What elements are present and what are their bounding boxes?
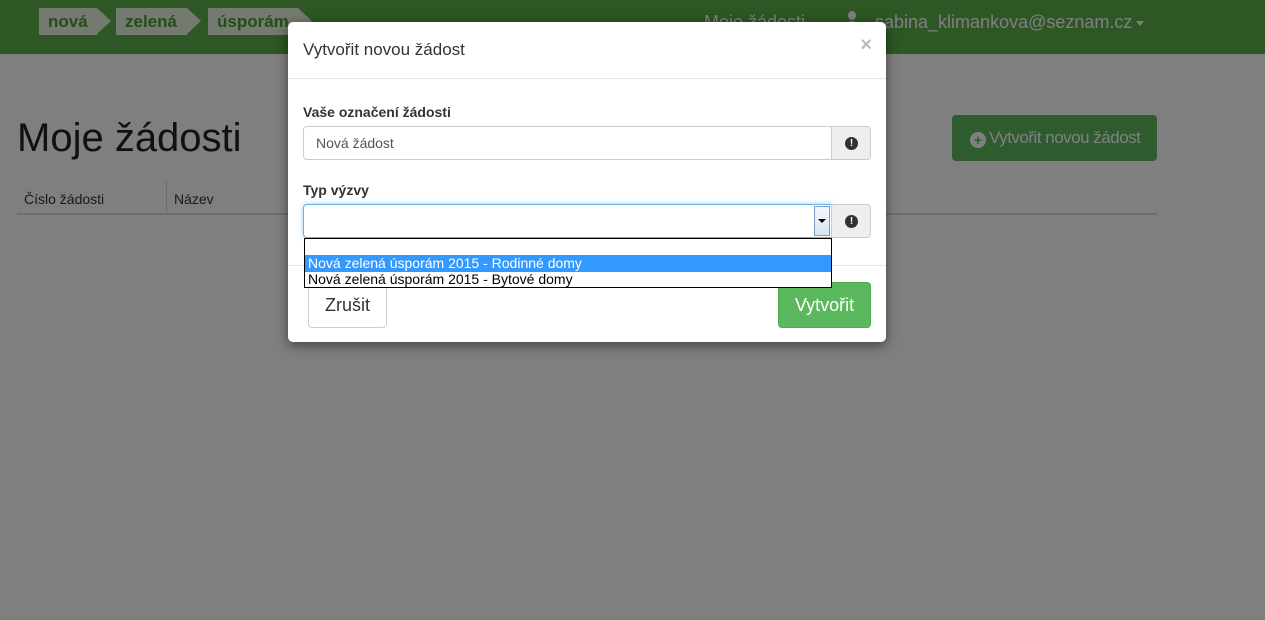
modal-title: Vytvořit novou žádost — [303, 40, 465, 59]
modal-header: Vytvořit novou žádost × — [288, 22, 886, 79]
info-icon: ! — [845, 215, 858, 228]
request-name-input[interactable] — [303, 126, 832, 160]
select-arrow-icon[interactable] — [814, 206, 830, 236]
call-type-select[interactable] — [303, 204, 832, 238]
call-type-info-button[interactable]: ! — [831, 204, 871, 238]
create-button[interactable]: Vytvořit — [778, 282, 871, 328]
request-name-info-button[interactable]: ! — [831, 126, 871, 160]
info-icon: ! — [845, 137, 858, 150]
call-type-label: Typ výzvy — [303, 182, 369, 198]
call-type-dropdown-list: Nová zelená úsporám 2015 - Rodinné domy … — [304, 238, 832, 288]
create-request-modal: Vytvořit novou žádost × Vaše označení žá… — [288, 22, 886, 342]
cancel-button[interactable]: Zrušit — [308, 282, 387, 328]
request-name-label: Vaše označení žádosti — [303, 104, 451, 120]
close-icon[interactable]: × — [860, 35, 872, 55]
dropdown-option-rodinne-domy[interactable]: Nová zelená úsporám 2015 - Rodinné domy — [305, 255, 831, 272]
dropdown-option-empty[interactable] — [305, 239, 831, 256]
dropdown-option-bytove-domy[interactable]: Nová zelená úsporám 2015 - Bytové domy — [305, 272, 831, 287]
